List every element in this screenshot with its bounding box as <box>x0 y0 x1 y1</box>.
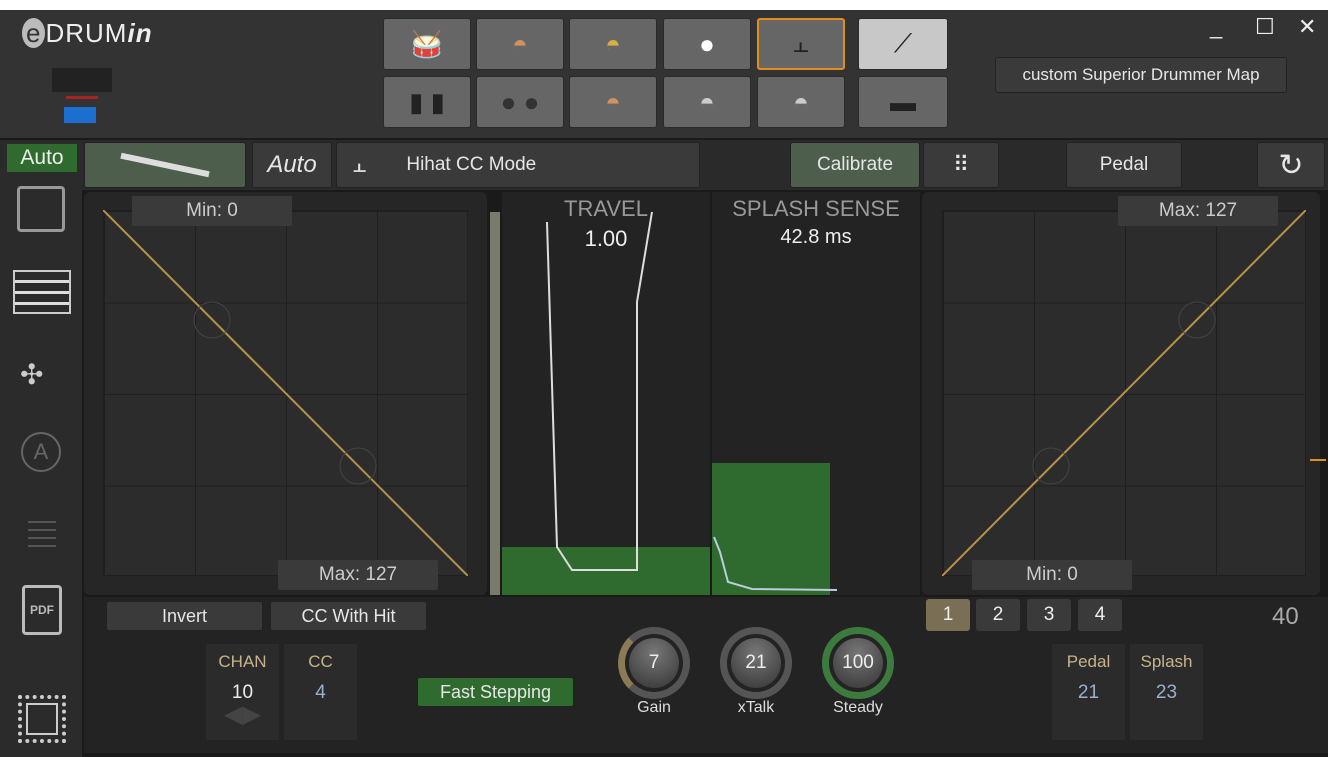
travel-bar <box>490 212 500 595</box>
auto-a-icon[interactable]: A <box>21 432 61 472</box>
pad-pedal-bar-button[interactable]: ▬ <box>858 76 948 128</box>
pdf-icon[interactable]: PDF <box>22 585 62 635</box>
top-strip <box>0 0 1328 10</box>
output-curve <box>942 210 1306 576</box>
cymbal-icon: ◓ <box>699 86 715 117</box>
splash-box-value: 23 <box>1155 682 1178 703</box>
input-curve <box>103 210 468 576</box>
invert-button[interactable]: Invert <box>106 601 263 631</box>
level-marker <box>1310 459 1326 461</box>
min-label[interactable]: Min: 0 <box>132 196 292 226</box>
pad-crash-2-button[interactable]: ◓ <box>569 76 657 128</box>
list-icon[interactable] <box>13 270 71 314</box>
mode-label: Hihat CC Mode <box>406 154 537 175</box>
cc-with-hit-button[interactable]: CC With Hit <box>270 601 427 631</box>
logo: e DRUMin <box>22 18 153 49</box>
snare-icon: 🥁 <box>410 28 444 59</box>
hihat-icon: ⫠ <box>793 28 809 58</box>
crash-2-icon: ◓ <box>605 86 621 117</box>
curve-line <box>942 210 1306 576</box>
arrows-icon[interactable]: ✣ <box>20 358 43 391</box>
fast-stepping-button[interactable]: Fast Stepping <box>417 677 574 707</box>
pad-crash-button[interactable]: ◓ <box>476 18 564 70</box>
toms-icon: ▮ ▮ <box>409 86 445 117</box>
travel-label: TRAVEL <box>564 196 648 221</box>
pad-cymbal-2-button[interactable]: ◓ <box>757 76 845 128</box>
max-label[interactable]: Max: 127 <box>1118 196 1278 226</box>
dots-button[interactable]: ⠿ <box>923 142 999 188</box>
kick-icon: ● <box>699 28 715 59</box>
page-3-button[interactable]: 3 <box>1027 599 1071 631</box>
xtalk-knob[interactable]: 21 <box>720 627 792 699</box>
pad-snare-button[interactable]: 🥁 <box>383 18 471 70</box>
cc-box[interactable]: CC 4 <box>284 644 357 740</box>
chan-box[interactable]: CHAN 10 ◀▶ <box>206 644 279 740</box>
port-indicator <box>52 68 112 92</box>
page-2-button[interactable]: 2 <box>976 599 1020 631</box>
splash-label: SPLASH SENSE <box>732 196 900 221</box>
pads-icon: ● ● <box>500 86 540 117</box>
steady-knob[interactable]: 100 <box>822 627 894 699</box>
steady-label: Steady <box>833 699 883 716</box>
cc-value: 4 <box>315 682 326 703</box>
splash-box[interactable]: Splash 23 <box>1130 644 1203 740</box>
xtalk-label: xTalk <box>737 699 775 716</box>
max-label[interactable]: Max: 127 <box>278 560 438 590</box>
hihat-pedal-icon: ⟋ <box>893 28 913 58</box>
pedal-value: 21 <box>1077 682 1100 703</box>
usb-icon <box>64 107 96 123</box>
hihat-pedal-button[interactable] <box>84 142 246 188</box>
curve-line <box>103 210 468 576</box>
pad-cymbal-button[interactable]: ◓ <box>663 76 751 128</box>
chan-label: CHAN <box>218 652 267 671</box>
min-label[interactable]: Min: 0 <box>972 560 1132 590</box>
splash-trace <box>713 536 838 591</box>
calibrate-button[interactable]: Calibrate <box>790 142 920 188</box>
cc-label: CC <box>308 652 333 671</box>
pad-kick-button[interactable]: ● <box>663 18 751 70</box>
port-led <box>66 96 98 99</box>
close-button[interactable]: ✕ <box>1298 14 1316 40</box>
pad-ride-button[interactable]: ◓ <box>569 18 657 70</box>
travel-trace <box>546 211 653 571</box>
auto-button[interactable]: Auto <box>252 142 332 188</box>
pedal-label: Pedal <box>1066 652 1111 671</box>
pedal-button[interactable]: Pedal <box>1066 142 1182 188</box>
splash-box-label: Splash <box>1140 652 1193 671</box>
chan-arrows[interactable]: ◀▶ <box>206 700 279 729</box>
pad-pads-button[interactable]: ● ● <box>476 76 564 128</box>
gain-knob[interactable]: 7 <box>618 627 690 699</box>
reset-button[interactable]: ↻ <box>1257 142 1325 188</box>
ride-icon: ◓ <box>605 28 621 59</box>
save-icon[interactable] <box>17 186 65 232</box>
auto-badge[interactable]: Auto <box>7 144 77 172</box>
pad-hihat-pedal-button[interactable]: ⟋ <box>858 18 948 70</box>
pad-hihat-button[interactable]: ⫠ <box>757 18 845 70</box>
minimize-button[interactable]: _ <box>1210 14 1222 40</box>
cymbal-2-icon: ◓ <box>793 86 809 117</box>
chip-icon[interactable] <box>18 695 66 743</box>
page-1-button[interactable]: 1 <box>926 599 970 631</box>
pedal-bar-icon: ▬ <box>890 86 916 117</box>
splash-value: 42.8 ms <box>780 226 852 248</box>
hihat-icon: ⫠ <box>353 152 367 177</box>
readout: 40 <box>1272 603 1299 630</box>
maximize-button[interactable]: ☐ <box>1255 14 1275 40</box>
page-4-button[interactable]: 4 <box>1078 599 1122 631</box>
lines-icon[interactable] <box>28 515 56 547</box>
gain-label: Gain <box>637 699 671 716</box>
map-button[interactable]: custom Superior Drummer Map <box>995 57 1287 93</box>
crash-icon: ◓ <box>512 28 528 59</box>
hihat-mode-button[interactable]: ⫠ Hihat CC Mode <box>336 142 700 188</box>
pedal-box[interactable]: Pedal 21 <box>1052 644 1125 740</box>
pad-toms-button[interactable]: ▮ ▮ <box>383 76 471 128</box>
travel-value: 1.00 <box>584 226 628 251</box>
